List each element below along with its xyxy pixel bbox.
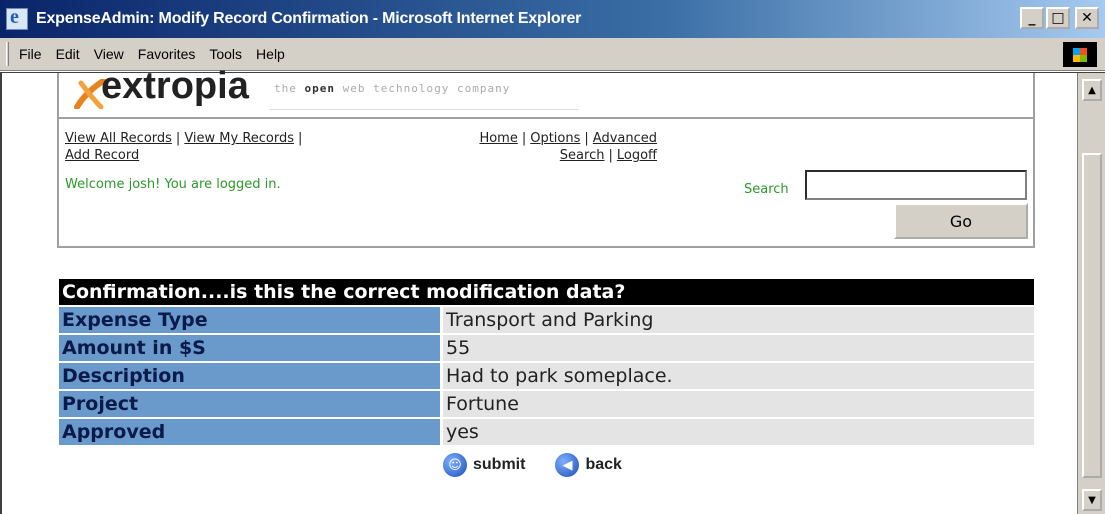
field-label: Approved	[59, 419, 440, 445]
browser-viewport: extropia the open web technology company…	[0, 65, 1105, 514]
menu-view[interactable]: View	[94, 46, 124, 62]
table-row: Amount in $S 55	[59, 335, 1034, 361]
back-button[interactable]: ◀ back	[555, 453, 622, 477]
menu-file[interactable]: File	[19, 46, 42, 62]
logo-wordmark: extropia	[101, 65, 249, 107]
field-label: Project	[59, 391, 440, 417]
search-label: Search	[744, 182, 789, 197]
submit-button[interactable]: ☺ submit	[443, 453, 525, 477]
field-label: Amount in $S	[59, 335, 440, 361]
field-label: Description	[59, 363, 440, 389]
back-arrow-icon: ◀	[555, 453, 580, 477]
welcome-message: Welcome josh! You are logged in.	[65, 177, 281, 192]
logo-divider	[269, 109, 579, 110]
add-record-link[interactable]: Add Record	[65, 148, 139, 163]
field-value: 55	[443, 335, 1034, 361]
table-row: Project Fortune	[59, 391, 1034, 417]
field-value: yes	[443, 419, 1034, 445]
confirmation-actions: ☺ submit ◀ back	[443, 453, 652, 477]
confirmation-table: Confirmation....is this the correct modi…	[59, 279, 1034, 445]
view-my-records-link[interactable]: View My Records	[184, 131, 294, 146]
field-value: Fortune	[443, 391, 1034, 417]
windows-logo-icon	[1063, 42, 1097, 67]
menu-edit[interactable]: Edit	[56, 46, 80, 62]
vertical-scrollbar[interactable]: ▲ ▼	[1077, 73, 1105, 514]
logo-tagline: the open web technology company	[274, 82, 511, 95]
options-link[interactable]: Options	[530, 131, 580, 146]
scroll-up-button[interactable]: ▲	[1082, 79, 1102, 101]
menu-grip	[6, 42, 9, 66]
menu-favorites[interactable]: Favorites	[138, 46, 196, 62]
table-row: Expense Type Transport and Parking	[59, 307, 1034, 333]
menu-tools[interactable]: Tools	[209, 46, 242, 62]
view-all-records-link[interactable]: View All Records	[65, 131, 172, 146]
window-title: ExpenseAdmin: Modify Record Confirmation…	[36, 10, 582, 27]
submit-label: submit	[473, 456, 526, 473]
scroll-down-button[interactable]: ▼	[1082, 489, 1102, 511]
nav-right: Home | Options | Advanced Search | Logoff	[479, 131, 657, 163]
table-row: Description Had to park someplace.	[59, 363, 1034, 389]
logo-area: extropia the open web technology company	[59, 65, 1033, 119]
logoff-link[interactable]: Logoff	[617, 148, 657, 163]
window-titlebar: ExpenseAdmin: Modify Record Confirmation…	[0, 0, 1105, 38]
window-controls: _ □ ✕	[1020, 7, 1099, 29]
maximize-button[interactable]: □	[1046, 7, 1070, 29]
back-label: back	[585, 456, 622, 473]
go-button[interactable]: Go	[894, 203, 1028, 239]
minimize-button[interactable]: _	[1020, 7, 1044, 29]
field-value: Transport and Parking	[443, 307, 1034, 333]
smiley-icon: ☺	[443, 453, 467, 477]
search-input[interactable]	[805, 170, 1027, 200]
table-row: Approved yes	[59, 419, 1034, 445]
nav-left: View All Records | View My Records | Add Re…	[65, 131, 303, 163]
close-button[interactable]: ✕	[1075, 7, 1099, 29]
scroll-thumb[interactable]	[1082, 153, 1102, 478]
menu-help[interactable]: Help	[256, 46, 285, 62]
site-header: extropia the open web technology company…	[57, 65, 1035, 248]
confirmation-header: Confirmation....is this the correct modi…	[59, 279, 1034, 305]
field-value: Had to park someplace.	[443, 363, 1034, 389]
field-label: Expense Type	[59, 307, 440, 333]
ie-page-icon	[6, 6, 28, 30]
home-link[interactable]: Home	[479, 131, 517, 146]
